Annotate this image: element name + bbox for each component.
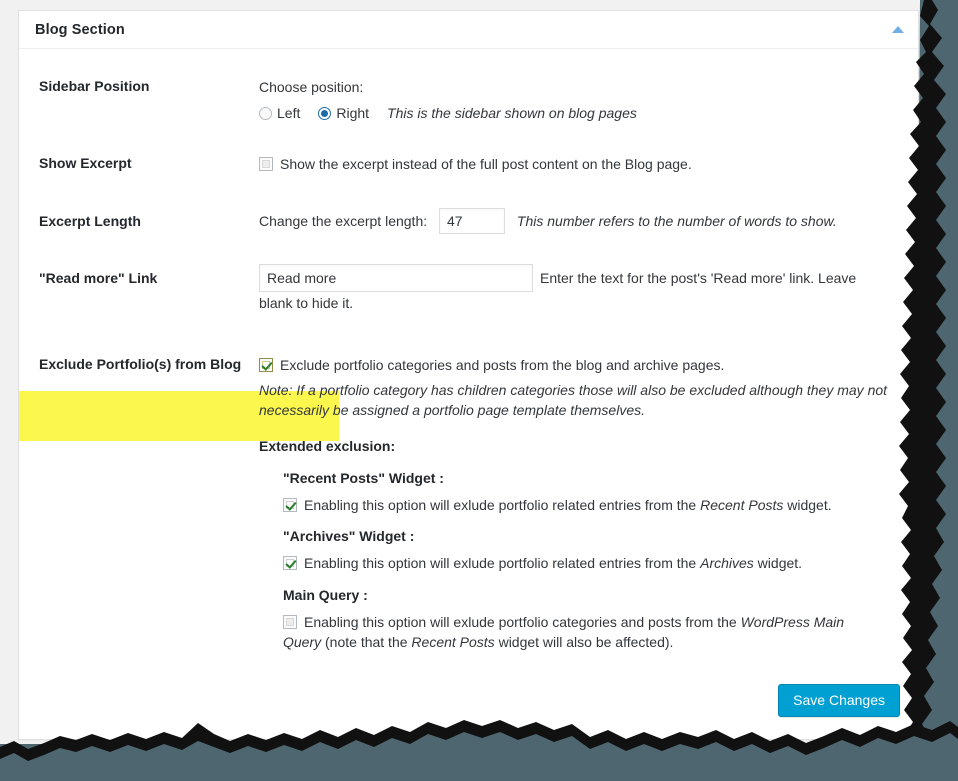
row-exclude-portfolio: Exclude Portfolio(s) from Blog Exclude p…	[19, 313, 918, 652]
panel-body: Sidebar Position Choose position: Left Ri…	[19, 49, 918, 653]
checkbox-main-query[interactable]	[283, 615, 297, 629]
group-text-recent-posts-italic: Recent Posts	[700, 497, 783, 513]
group-archives-widget: "Archives" Widget : Enabling this option…	[283, 526, 892, 574]
excerpt-length-input[interactable]	[439, 208, 505, 234]
group-text-archives-after: widget.	[754, 555, 802, 571]
triangle-up-icon[interactable]	[892, 26, 904, 33]
checkbox-show-excerpt[interactable]	[259, 157, 273, 171]
save-button-wrap: Save Changes	[778, 684, 900, 717]
checkbox-label-exclude-portfolio: Exclude portfolio categories and posts f…	[280, 357, 724, 373]
screenshot-root: Blog Section Sidebar Position Choose pos…	[0, 0, 958, 781]
radio-sidebar-right[interactable]	[318, 107, 331, 120]
row-label-exclude-portfolio: Exclude Portfolio(s) from Blog	[19, 355, 259, 374]
group-line-main-query: Enabling this option will exlude portfol…	[283, 612, 892, 653]
sidebar-position-prompt: Choose position:	[259, 77, 918, 97]
row-show-excerpt: Show Excerpt Show the excerpt instead of…	[19, 124, 918, 174]
blog-section-panel: Blog Section Sidebar Position Choose pos…	[18, 10, 919, 740]
sidebar-position-description: This is the sidebar shown on blog pages	[387, 105, 637, 121]
exclude-portfolio-note: Note: If a portfolio category has childr…	[259, 380, 892, 421]
group-text-archives-italic: Archives	[700, 555, 754, 571]
group-title-main-query: Main Query :	[283, 585, 892, 605]
checkbox-archives-widget[interactable]	[283, 556, 297, 570]
sidebar-position-options: Left Right This is the sidebar shown on bl…	[259, 103, 918, 123]
exclude-portfolio-main-line: Exclude portfolio categories and posts f…	[259, 355, 892, 375]
checkbox-label-show-excerpt: Show the excerpt instead of the full pos…	[280, 156, 692, 172]
row-field-show-excerpt: Show the excerpt instead of the full pos…	[259, 154, 918, 174]
group-main-query: Main Query : Enabling this option will e…	[283, 585, 892, 653]
group-line-archives: Enabling this option will exlude portfol…	[283, 553, 892, 573]
row-label-sidebar-position: Sidebar Position	[19, 77, 259, 96]
group-text-main-query-before: Enabling this option will exlude portfol…	[304, 614, 741, 630]
group-title-archives: "Archives" Widget :	[283, 526, 892, 546]
row-label-read-more: "Read more" Link	[19, 264, 259, 288]
group-text-main-query-italic2: Recent Posts	[411, 634, 494, 650]
row-field-exclude-portfolio: Exclude portfolio categories and posts f…	[259, 355, 918, 652]
radio-sidebar-left[interactable]	[259, 107, 272, 120]
row-read-more: "Read more" Link Enter the text for the …	[19, 234, 918, 313]
group-line-recent-posts: Enabling this option will exlude portfol…	[283, 495, 892, 515]
row-label-excerpt-length: Excerpt Length	[19, 208, 259, 231]
panel-header: Blog Section	[19, 11, 918, 49]
group-text-main-query-after2: widget will also be affected).	[495, 634, 674, 650]
group-text-recent-posts-after: widget.	[783, 497, 831, 513]
row-field-read-more: Enter the text for the post's 'Read more…	[259, 264, 918, 313]
group-text-archives-before: Enabling this option will exlude portfol…	[304, 555, 700, 571]
checkbox-exclude-portfolio[interactable]	[259, 358, 273, 372]
read-more-input[interactable]	[259, 264, 533, 292]
row-sidebar-position: Sidebar Position Choose position: Left Ri…	[19, 49, 918, 124]
row-excerpt-length: Excerpt Length Change the excerpt length…	[19, 174, 918, 234]
excerpt-length-description: This number refers to the number of word…	[517, 213, 837, 229]
row-field-excerpt-length: Change the excerpt length: This number r…	[259, 208, 918, 234]
group-text-main-query-after: (note that the	[321, 634, 411, 650]
row-field-sidebar-position: Choose position: Left Right This is the si…	[259, 77, 918, 124]
group-recent-posts-widget: "Recent Posts" Widget : Enabling this op…	[283, 468, 892, 516]
group-title-recent-posts: "Recent Posts" Widget :	[283, 468, 892, 488]
excerpt-length-prompt: Change the excerpt length:	[259, 213, 427, 229]
group-text-recent-posts-before: Enabling this option will exlude portfol…	[304, 497, 700, 513]
save-changes-button[interactable]: Save Changes	[778, 684, 900, 717]
radio-label-right: Right	[336, 105, 369, 121]
radio-label-left: Left	[277, 105, 300, 121]
checkbox-recent-posts-widget[interactable]	[283, 498, 297, 512]
row-label-show-excerpt: Show Excerpt	[19, 154, 259, 173]
extended-exclusion-title: Extended exclusion:	[259, 436, 892, 456]
page-title: Blog Section	[35, 22, 125, 38]
